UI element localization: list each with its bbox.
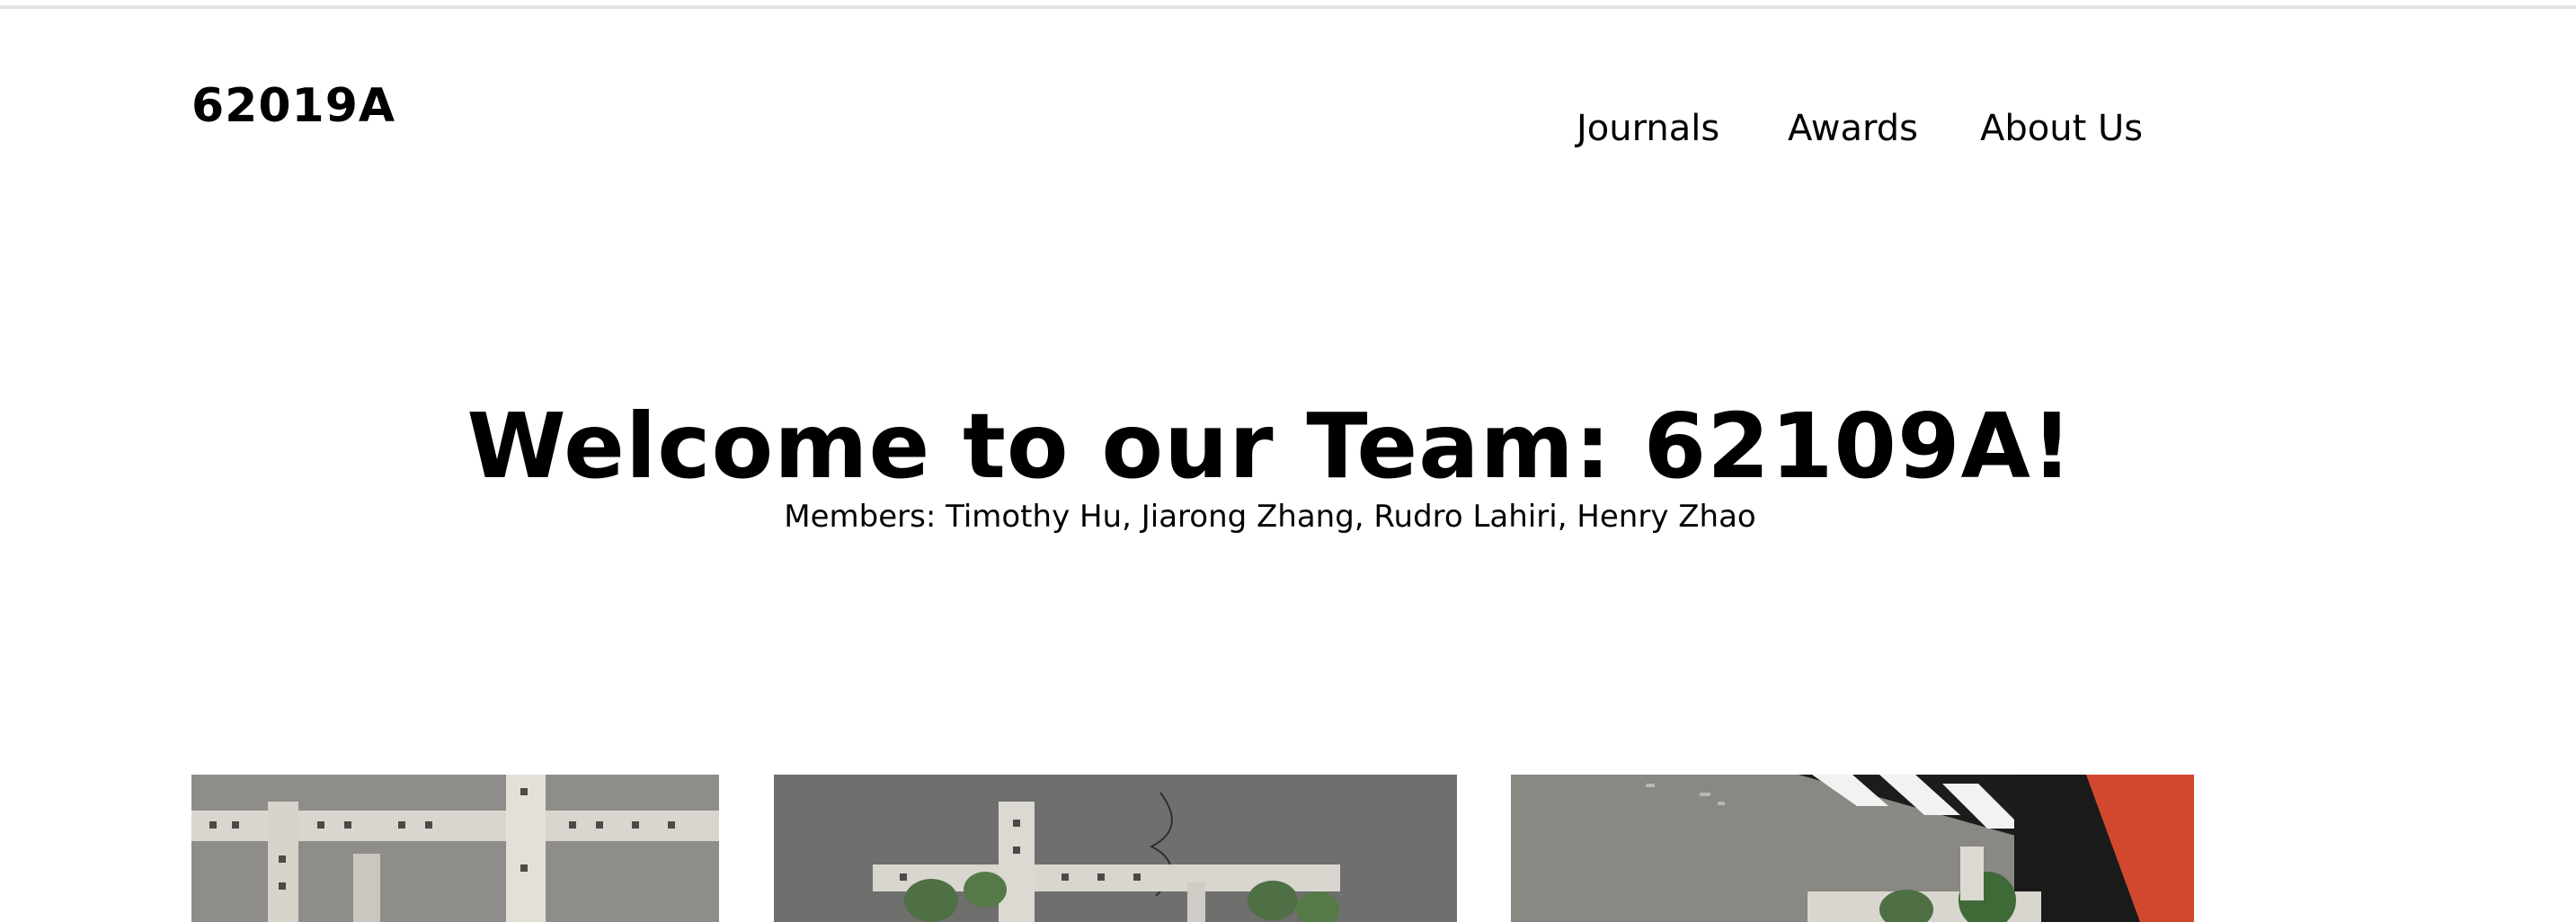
gallery-photo-robot-frame[interactable]	[191, 775, 719, 922]
nav-link-journals[interactable]: Journals	[1577, 111, 1719, 146]
nav-link-awards[interactable]: Awards	[1788, 111, 1918, 146]
robot-field-photo	[1511, 775, 2194, 922]
hero-title: Welcome to our Team: 62109A!	[466, 394, 2074, 499]
nav-link-about-us[interactable]: About Us	[1980, 111, 2143, 146]
robot-frame-photo	[191, 775, 719, 922]
top-divider	[0, 0, 2576, 9]
robot-intake-photo	[774, 775, 1457, 922]
gallery-photo-robot-field[interactable]	[1511, 775, 2194, 922]
gallery-photo-robot-intake[interactable]	[774, 775, 1457, 922]
team-members-text: Members: Timothy Hu, Jiarong Zhang, Rudr…	[784, 499, 1756, 535]
site-logo[interactable]: 62019A	[191, 83, 395, 129]
